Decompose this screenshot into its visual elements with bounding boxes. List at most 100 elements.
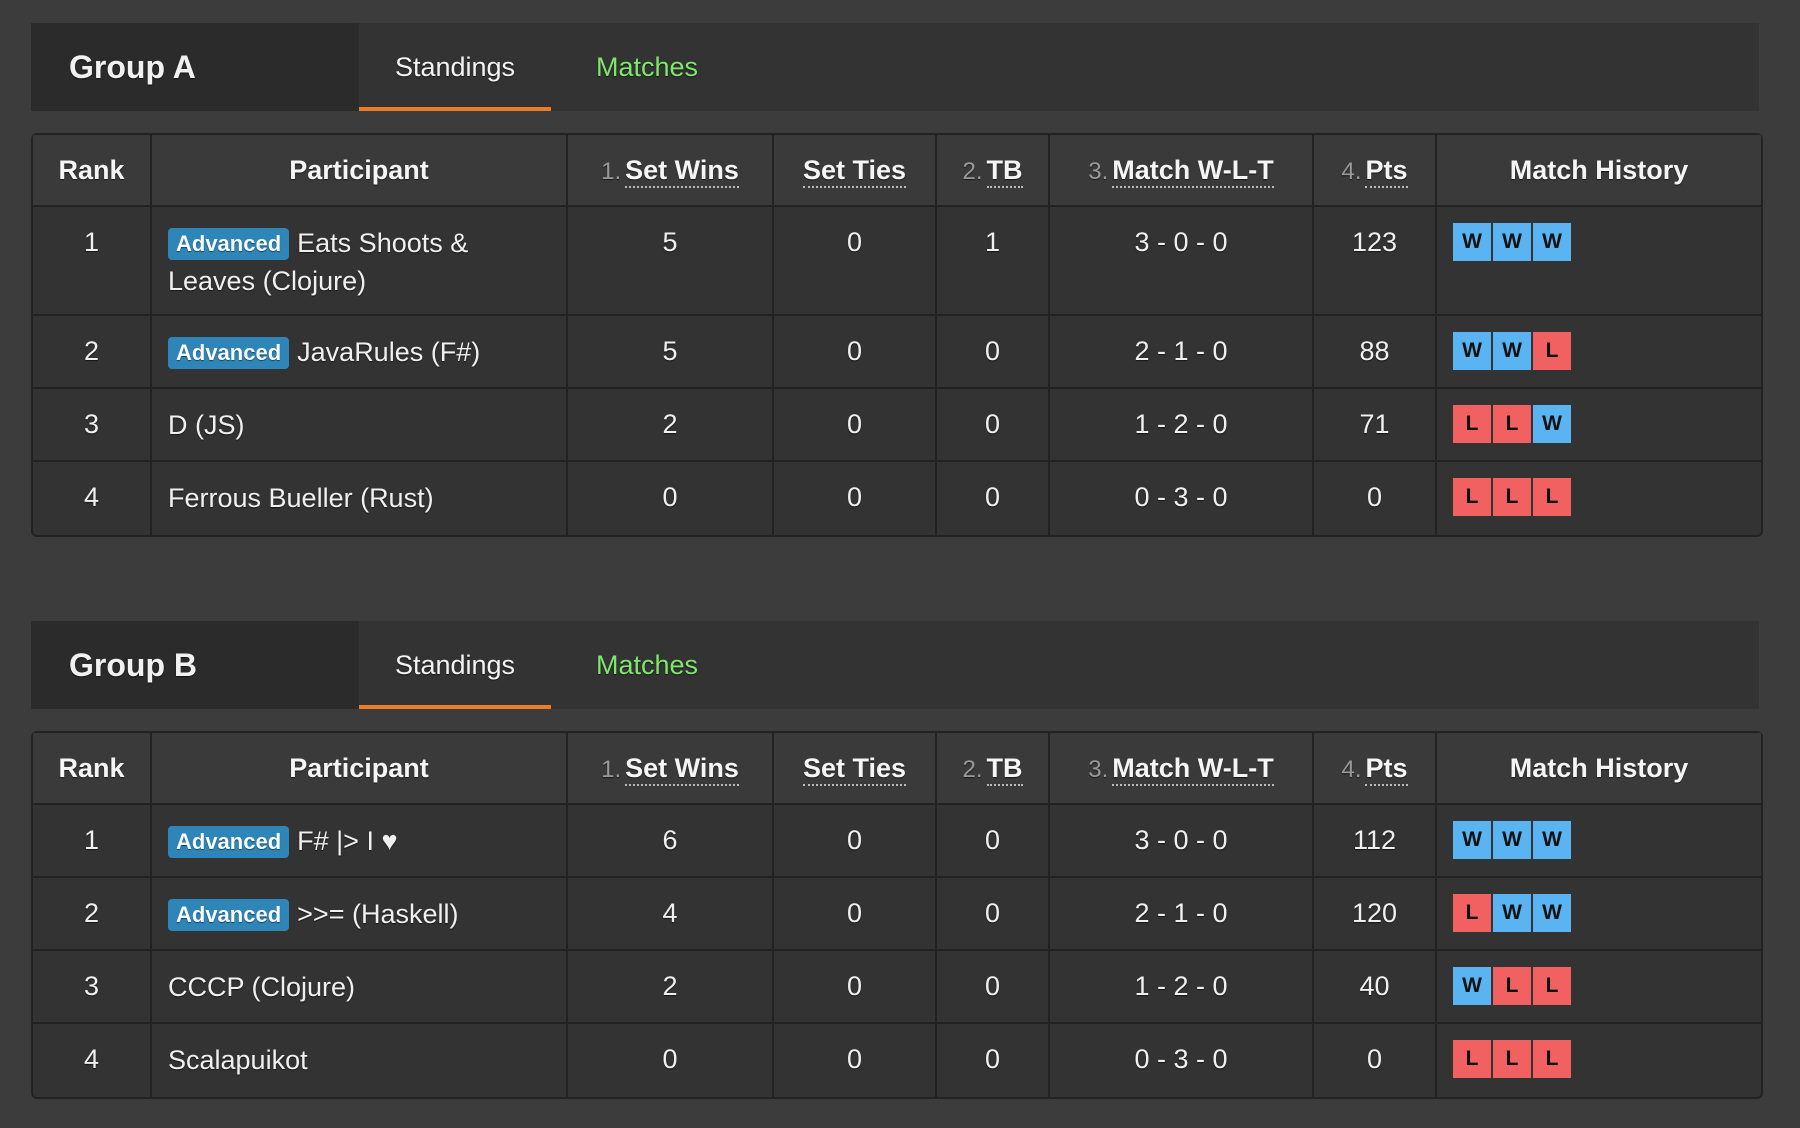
match-result-chip[interactable]: W — [1453, 223, 1491, 261]
match-history-cell: WWL — [1437, 316, 1761, 389]
set-ties-cell: 0 — [774, 462, 937, 535]
column-header-tb[interactable]: 2. TB — [937, 135, 1050, 207]
match-result-chip[interactable]: W — [1493, 223, 1531, 261]
tb-cell: 0 — [937, 316, 1050, 389]
column-header-match-wlt[interactable]: 3. Match W-L-T — [1050, 135, 1314, 207]
match-history-cell: WLL — [1437, 951, 1761, 1024]
column-header-match-history: Match History — [1437, 733, 1761, 805]
column-header-set-wins[interactable]: 1. Set Wins — [568, 733, 774, 805]
rank-cell: 1 — [33, 207, 152, 316]
match-result-chip[interactable]: W — [1453, 821, 1491, 859]
tb-cell: 1 — [937, 207, 1050, 316]
match-result-chip[interactable]: L — [1533, 967, 1571, 1005]
match-result-chip[interactable]: L — [1493, 405, 1531, 443]
table-row: 4 Scalapuikot 0 0 0 0 - 3 - 0 0 LLL — [33, 1024, 1761, 1097]
match-result-chip[interactable]: W — [1533, 223, 1571, 261]
match-result-chip[interactable]: L — [1493, 478, 1531, 516]
pts-cell: 123 — [1314, 207, 1437, 316]
rank-cell: 3 — [33, 389, 152, 462]
set-wins-cell: 4 — [568, 878, 774, 951]
table-row: 1 Advanced F# |> I ♥ 6 0 0 3 - 0 - 0 112 … — [33, 805, 1761, 878]
table-row: 2 Advanced >>= (Haskell) 4 0 0 2 - 1 - 0 … — [33, 878, 1761, 951]
match-result-chip[interactable]: L — [1533, 332, 1571, 370]
match-wlt-cell: 0 - 3 - 0 — [1050, 1024, 1314, 1097]
participant-cell: Scalapuikot — [152, 1024, 568, 1097]
column-header-rank[interactable]: Rank — [33, 733, 152, 805]
participant-name[interactable]: CCCP (Clojure) — [168, 972, 355, 1002]
column-header-match-wlt-label: Match W-L-T — [1112, 154, 1274, 188]
column-header-rank[interactable]: Rank — [33, 135, 152, 207]
match-result-chip[interactable]: W — [1533, 405, 1571, 443]
rank-cell: 4 — [33, 462, 152, 535]
group-header: Group A Standings Matches — [31, 23, 1759, 111]
participant-name[interactable]: JavaRules (F#) — [297, 337, 480, 367]
participant-name[interactable]: Scalapuikot — [168, 1045, 308, 1075]
match-result-chip[interactable]: L — [1453, 478, 1491, 516]
column-header-pts[interactable]: 4. Pts — [1314, 135, 1437, 207]
match-result-chip[interactable]: W — [1493, 894, 1531, 932]
column-header-pts-label: Pts — [1365, 154, 1408, 188]
pts-cell: 112 — [1314, 805, 1437, 878]
match-result-chip[interactable]: W — [1493, 332, 1531, 370]
set-ties-cell: 0 — [774, 805, 937, 878]
table-header-row: Rank Participant 1. Set Wins Set Ties 2. T… — [33, 135, 1761, 207]
match-wlt-cell: 0 - 3 - 0 — [1050, 462, 1314, 535]
match-result-chip[interactable]: L — [1493, 967, 1531, 1005]
match-wlt-cell: 3 - 0 - 0 — [1050, 207, 1314, 316]
participant-cell: Advanced Eats Shoots & Leaves (Clojure) — [152, 207, 568, 316]
pts-cell: 0 — [1314, 1024, 1437, 1097]
match-result-chip[interactable]: L — [1453, 894, 1491, 932]
match-result-chip[interactable]: W — [1533, 894, 1571, 932]
table-row: 4 Ferrous Bueller (Rust) 0 0 0 0 - 3 - 0… — [33, 462, 1761, 535]
column-header-match-wlt[interactable]: 3. Match W-L-T — [1050, 733, 1314, 805]
match-result-chip[interactable]: W — [1533, 821, 1571, 859]
column-header-pts-label: Pts — [1365, 752, 1408, 786]
match-result-chip[interactable]: W — [1453, 332, 1491, 370]
sort-priority-3: 3. — [1088, 755, 1109, 783]
column-header-set-wins[interactable]: 1. Set Wins — [568, 135, 774, 207]
participant-name[interactable]: Ferrous Bueller (Rust) — [168, 483, 434, 513]
match-result-chip[interactable]: L — [1453, 405, 1491, 443]
column-header-tb-label: TB — [986, 154, 1023, 188]
set-wins-cell: 0 — [568, 1024, 774, 1097]
set-ties-cell: 0 — [774, 878, 937, 951]
tb-cell: 0 — [937, 805, 1050, 878]
rank-cell: 4 — [33, 1024, 152, 1097]
column-header-set-ties[interactable]: Set Ties — [774, 733, 937, 805]
match-wlt-cell: 2 - 1 - 0 — [1050, 878, 1314, 951]
pts-cell: 88 — [1314, 316, 1437, 389]
advanced-badge: Advanced — [168, 228, 290, 260]
column-header-participant[interactable]: Participant — [152, 135, 568, 207]
participant-name[interactable]: D (JS) — [168, 410, 245, 440]
column-header-set-wins-label: Set Wins — [625, 154, 739, 188]
column-header-tb[interactable]: 2. TB — [937, 733, 1050, 805]
participant-cell: Advanced JavaRules (F#) — [152, 316, 568, 389]
participant-cell: Advanced F# |> I ♥ — [152, 805, 568, 878]
table-row: 3 D (JS) 2 0 0 1 - 2 - 0 71 LLW — [33, 389, 1761, 462]
match-result-chip[interactable]: W — [1453, 967, 1491, 1005]
match-result-chip[interactable]: L — [1453, 1040, 1491, 1078]
column-header-set-wins-label: Set Wins — [625, 752, 739, 786]
tb-cell: 0 — [937, 462, 1050, 535]
column-header-pts[interactable]: 4. Pts — [1314, 733, 1437, 805]
rank-cell: 2 — [33, 316, 152, 389]
tab-matches[interactable]: Matches — [551, 23, 743, 111]
tab-standings[interactable]: Standings — [359, 621, 551, 709]
set-wins-cell: 5 — [568, 207, 774, 316]
match-result-chip[interactable]: L — [1533, 1040, 1571, 1078]
set-wins-cell: 6 — [568, 805, 774, 878]
group-title: Group B — [31, 621, 359, 709]
participant-name[interactable]: F# |> I ♥ — [297, 826, 397, 856]
match-wlt-cell: 1 - 2 - 0 — [1050, 951, 1314, 1024]
advanced-badge: Advanced — [168, 337, 290, 369]
column-header-set-ties[interactable]: Set Ties — [774, 135, 937, 207]
column-header-participant[interactable]: Participant — [152, 733, 568, 805]
match-result-chip[interactable]: L — [1533, 478, 1571, 516]
tab-matches[interactable]: Matches — [551, 621, 743, 709]
pts-cell: 40 — [1314, 951, 1437, 1024]
participant-name[interactable]: >>= (Haskell) — [297, 899, 458, 929]
match-result-chip[interactable]: L — [1493, 1040, 1531, 1078]
set-wins-cell: 5 — [568, 316, 774, 389]
match-result-chip[interactable]: W — [1493, 821, 1531, 859]
tab-standings[interactable]: Standings — [359, 23, 551, 111]
